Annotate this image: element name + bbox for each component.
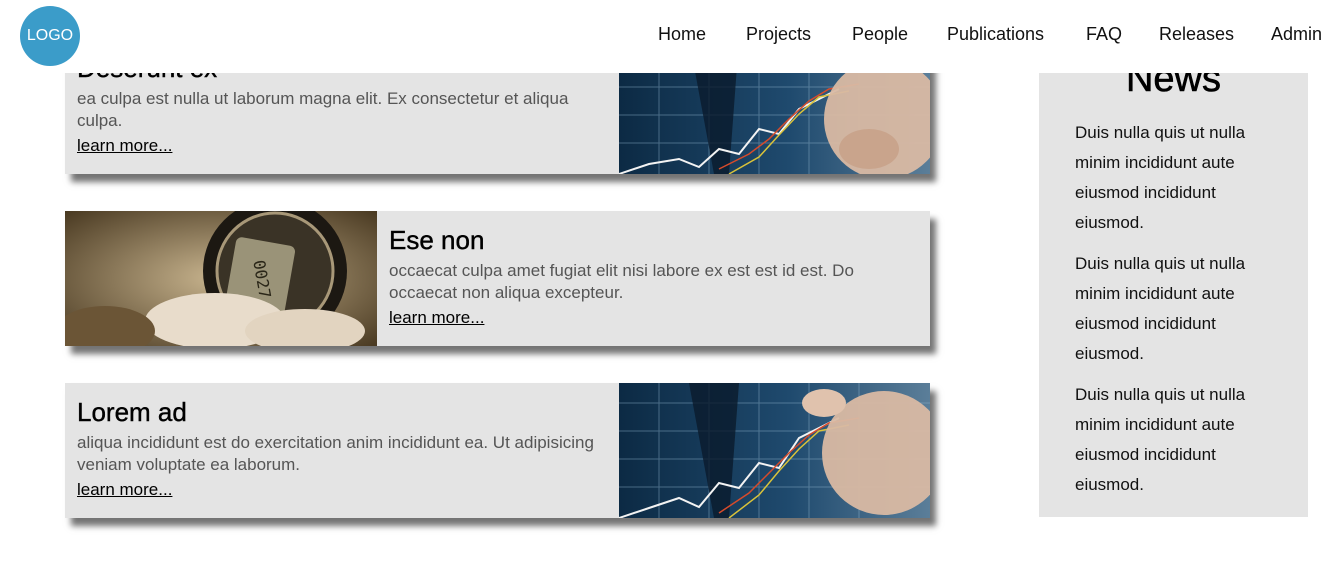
card-description: occaecat culpa amet fugiat elit nisi lab… xyxy=(389,261,854,302)
news-item: Duis nulla quis ut nulla minim incididun… xyxy=(1075,254,1246,363)
logo[interactable]: LOGO xyxy=(20,6,80,66)
news-panel: News Duis nulla quis ut nulla minim inci… xyxy=(1039,30,1308,517)
nav-projects[interactable]: Projects xyxy=(746,24,811,45)
nav-admin[interactable]: Admin xyxy=(1271,24,1322,45)
card-description: aliqua incididunt est do exercitation an… xyxy=(77,433,594,474)
nav-people[interactable]: People xyxy=(852,24,908,45)
learn-more-link[interactable]: learn more... xyxy=(77,480,172,500)
learn-more-link[interactable]: learn more... xyxy=(77,136,172,156)
nav-home[interactable]: Home xyxy=(658,24,706,45)
stopwatch-image: 0027 58 xyxy=(65,211,377,346)
learn-more-link[interactable]: learn more... xyxy=(389,308,484,328)
news-item: Duis nulla quis ut nulla minim incididun… xyxy=(1075,385,1246,494)
project-card-3: Lorem ad aliqua incididunt est do exerci… xyxy=(65,383,930,518)
news-item: Duis nulla quis ut nulla minim incididun… xyxy=(1075,123,1246,232)
top-navbar: LOGO Home Projects People Publications F… xyxy=(0,0,1331,73)
card-title: Lorem ad xyxy=(77,397,187,427)
nav-publications[interactable]: Publications xyxy=(947,24,1044,45)
nav-faq[interactable]: FAQ xyxy=(1086,24,1122,45)
chart-hand-image xyxy=(619,383,930,518)
card-description: ea culpa est nulla ut laborum magna elit… xyxy=(77,89,569,130)
card-title: Ese non xyxy=(389,225,485,255)
project-card-2: 0027 58 Ese non occaecat culpa amet fugi… xyxy=(65,211,930,346)
nav-releases[interactable]: Releases xyxy=(1159,24,1234,45)
